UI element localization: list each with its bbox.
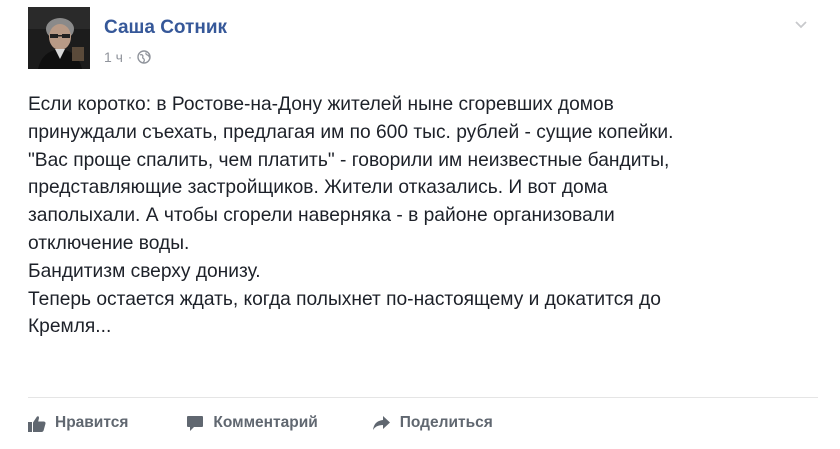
actions-divider: [28, 397, 818, 398]
share-button[interactable]: Поделиться: [372, 414, 493, 432]
post-header: Саша Сотник 1 ч ·: [28, 7, 818, 77]
comment-icon: [186, 415, 204, 432]
post-meta: 1 ч ·: [104, 49, 151, 65]
post-timestamp[interactable]: 1 ч: [104, 49, 123, 65]
post-text: Если коротко: в Ростове-на-Дону жителей …: [28, 91, 828, 341]
avatar-photo: [28, 7, 90, 69]
post-paragraph-2: Бандитизм сверху донизу.: [28, 260, 261, 282]
comment-button[interactable]: Комментарий: [186, 414, 318, 432]
comment-label: Комментарий: [213, 414, 318, 431]
share-icon: [372, 415, 391, 431]
meta-separator: ·: [127, 50, 132, 64]
post-actions-bar: Нравится Комментарий Поделиться: [28, 408, 493, 438]
share-label: Поделиться: [399, 414, 493, 431]
globe-icon[interactable]: [137, 50, 151, 64]
chevron-down-icon[interactable]: [794, 17, 808, 29]
thumbs-up-icon: [28, 415, 46, 432]
author-name-link[interactable]: Саша Сотник: [104, 17, 227, 39]
avatar[interactable]: [28, 7, 90, 69]
post-paragraph-3: Теперь остается ждать, когда полыхнет по…: [28, 288, 661, 338]
like-label: Нравится: [55, 414, 129, 431]
like-button[interactable]: Нравится: [28, 414, 128, 432]
post-paragraph-1: Если коротко: в Ростове-на-Дону жителей …: [28, 94, 674, 254]
facebook-post: Саша Сотник 1 ч · Если коротко: в Ростов…: [0, 0, 840, 449]
